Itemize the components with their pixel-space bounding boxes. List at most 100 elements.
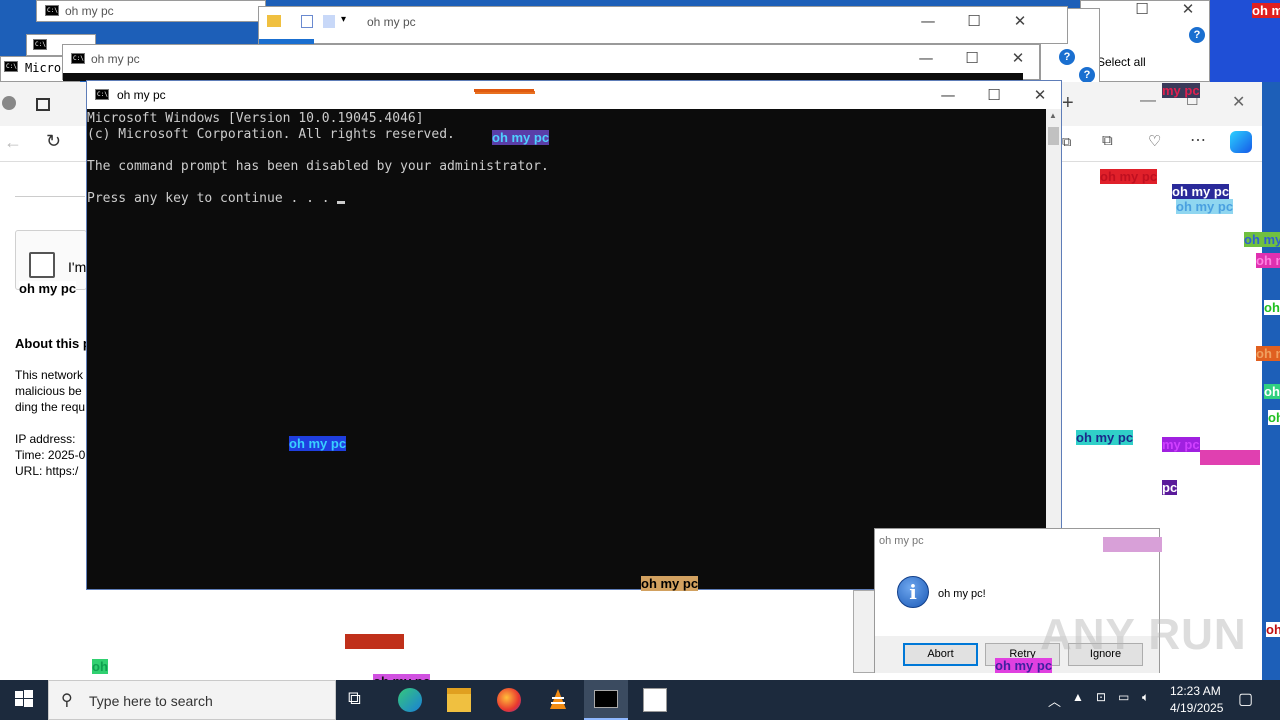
window-title: oh my pc — [91, 52, 140, 66]
console-line: (c) Microsoft Corporation. All rights re… — [87, 127, 455, 142]
captcha-label: I'm — [68, 259, 87, 275]
vlc-tray-icon[interactable]: ▲ — [1072, 690, 1084, 704]
cmd-window[interactable]: oh my pc — ☐ ✕ Microsoft Windows [Versio… — [86, 80, 1062, 590]
tab-actions-icon[interactable] — [36, 98, 50, 111]
notifications-icon[interactable]: ▢ — [1238, 689, 1253, 709]
health-icon[interactable]: ♡ — [1148, 132, 1161, 150]
network-icon[interactable]: ▭ — [1118, 690, 1129, 704]
file-explorer-icon[interactable] — [447, 688, 471, 712]
spam-label: oh — [1266, 622, 1280, 637]
console-line: Press any key to continue . . . — [87, 191, 1047, 207]
spam-label: oh my pc — [1076, 430, 1134, 445]
spam-label: oh my pc — [995, 658, 1053, 673]
spam-label: oh — [1264, 384, 1280, 399]
edge-icon[interactable] — [398, 688, 422, 712]
cmd-title: oh my pc — [117, 88, 166, 102]
cmd-icon — [71, 53, 85, 64]
device-icon[interactable]: ⊡ — [1096, 690, 1106, 704]
minimize-button[interactable]: — — [1140, 92, 1156, 110]
url-line: URL: https:/ — [15, 464, 79, 478]
about-heading: About this p — [15, 336, 91, 351]
taskbar-search-box[interactable]: ⚲ Type here to search — [48, 680, 336, 720]
help-icon[interactable]: ? — [1079, 67, 1095, 83]
console-prompt-text: Press any key to continue . . . — [87, 191, 338, 206]
taskbar-cmd-button[interactable] — [584, 680, 628, 720]
spam-label: oh my — [1244, 232, 1280, 247]
cmd-icon — [95, 89, 109, 100]
background-explorer-window-2[interactable]: ▾ oh my pc — ☐ ✕ — [258, 6, 1068, 45]
volume-icon[interactable]: 🔈︎ — [1142, 690, 1149, 705]
search-placeholder: Type here to search — [89, 693, 213, 709]
close-button[interactable]: ✕ — [1232, 92, 1245, 112]
divider — [15, 196, 85, 197]
maximize-button[interactable]: ☐ — [971, 81, 1017, 109]
more-icon[interactable]: ⋯ — [1190, 130, 1206, 150]
spam-label: oh my pc — [19, 281, 77, 296]
ip-address-line: IP address: — [15, 432, 76, 446]
dialog-message: oh my pc! — [938, 588, 986, 600]
body-line: malicious be — [15, 384, 82, 398]
back-icon[interactable]: ← — [4, 132, 22, 153]
help-icon[interactable]: ? — [1189, 27, 1205, 43]
cmd-title-bar[interactable]: oh my pc — ☐ ✕ — [87, 81, 1061, 109]
maximize-button[interactable]: ☐ — [949, 44, 995, 72]
spam-label: oh my pc — [1172, 184, 1230, 199]
minimize-button[interactable]: — — [905, 7, 951, 35]
spam-label: oh my pc — [289, 436, 347, 451]
spam-label: oh my pc — [1100, 169, 1158, 184]
cmd-icon — [33, 39, 47, 50]
watermark: ANY RUN — [1040, 610, 1247, 659]
close-button[interactable]: ✕ — [997, 7, 1043, 35]
cmd-console[interactable]: Microsoft Windows [Version 10.0.19045.40… — [87, 109, 1047, 589]
refresh-icon[interactable]: ↻ — [46, 131, 61, 152]
clock-time[interactable]: 12:23 AM — [1170, 684, 1221, 698]
minimize-button[interactable]: — — [925, 81, 971, 109]
background-cmd-window-4[interactable]: oh my pc — ☐ ✕ — [62, 44, 1041, 81]
time-line: Time: 2025-0 — [15, 448, 86, 462]
new-tab-icon[interactable]: + — [1062, 92, 1074, 115]
task-view-icon[interactable]: ⧉ — [348, 688, 372, 712]
maximize-button[interactable]: ☐ — [951, 7, 997, 35]
close-button[interactable]: ✕ — [1017, 81, 1063, 109]
dialog-title: oh my pc — [879, 535, 924, 547]
info-icon: i — [897, 576, 929, 608]
start-button[interactable] — [14, 688, 38, 712]
vlc-icon[interactable] — [546, 688, 570, 712]
close-button[interactable]: ✕ — [995, 44, 1041, 72]
background-cmd-window-1[interactable]: oh my pc — [36, 0, 266, 22]
scroll-thumb[interactable] — [1048, 127, 1059, 145]
firefox-icon[interactable] — [497, 688, 521, 712]
scroll-up-icon[interactable]: ▲ — [1049, 111, 1057, 120]
body-line: ding the requ — [15, 400, 86, 414]
abort-button[interactable]: Abort — [903, 643, 978, 666]
copilot-icon[interactable] — [1230, 131, 1252, 153]
cmd-icon — [4, 61, 18, 72]
clock-date[interactable]: 4/19/2025 — [1170, 701, 1223, 715]
cmd-scrollbar[interactable]: ▲ — [1046, 109, 1061, 589]
color-block — [474, 89, 534, 92]
spam-label: oh my pc — [1176, 199, 1234, 214]
dropdown-icon[interactable]: ▾ — [341, 14, 346, 25]
search-icon: ⚲ — [61, 692, 73, 709]
folder-icon — [267, 15, 281, 27]
select-all-label[interactable]: Select all — [1097, 55, 1146, 69]
window-title: oh my pc — [65, 4, 114, 18]
close-button[interactable]: ✕ — [1165, 0, 1211, 23]
notepad-icon[interactable] — [643, 688, 667, 712]
spam-label: oh n — [1256, 346, 1280, 361]
console-line: Microsoft Windows [Version 10.0.19045.40… — [87, 111, 424, 126]
text-cursor — [337, 201, 346, 204]
collections-icon[interactable]: ⧉ — [1102, 132, 1113, 149]
split-screen-icon[interactable]: ⧉ — [1062, 134, 1071, 150]
spam-label: oh — [1268, 410, 1280, 425]
minimize-button[interactable]: — — [903, 44, 949, 72]
profile-icon[interactable] — [2, 96, 16, 110]
captcha-checkbox[interactable] — [29, 252, 55, 278]
console-line: The command prompt has been disabled by … — [87, 159, 549, 174]
show-hidden-icons[interactable]: ︿ — [1048, 691, 1061, 710]
maximize-button[interactable]: ☐ — [1119, 0, 1165, 23]
cmd-icon — [45, 5, 59, 16]
help-icon[interactable]: ? — [1059, 49, 1075, 65]
spam-label: oh — [92, 659, 108, 674]
